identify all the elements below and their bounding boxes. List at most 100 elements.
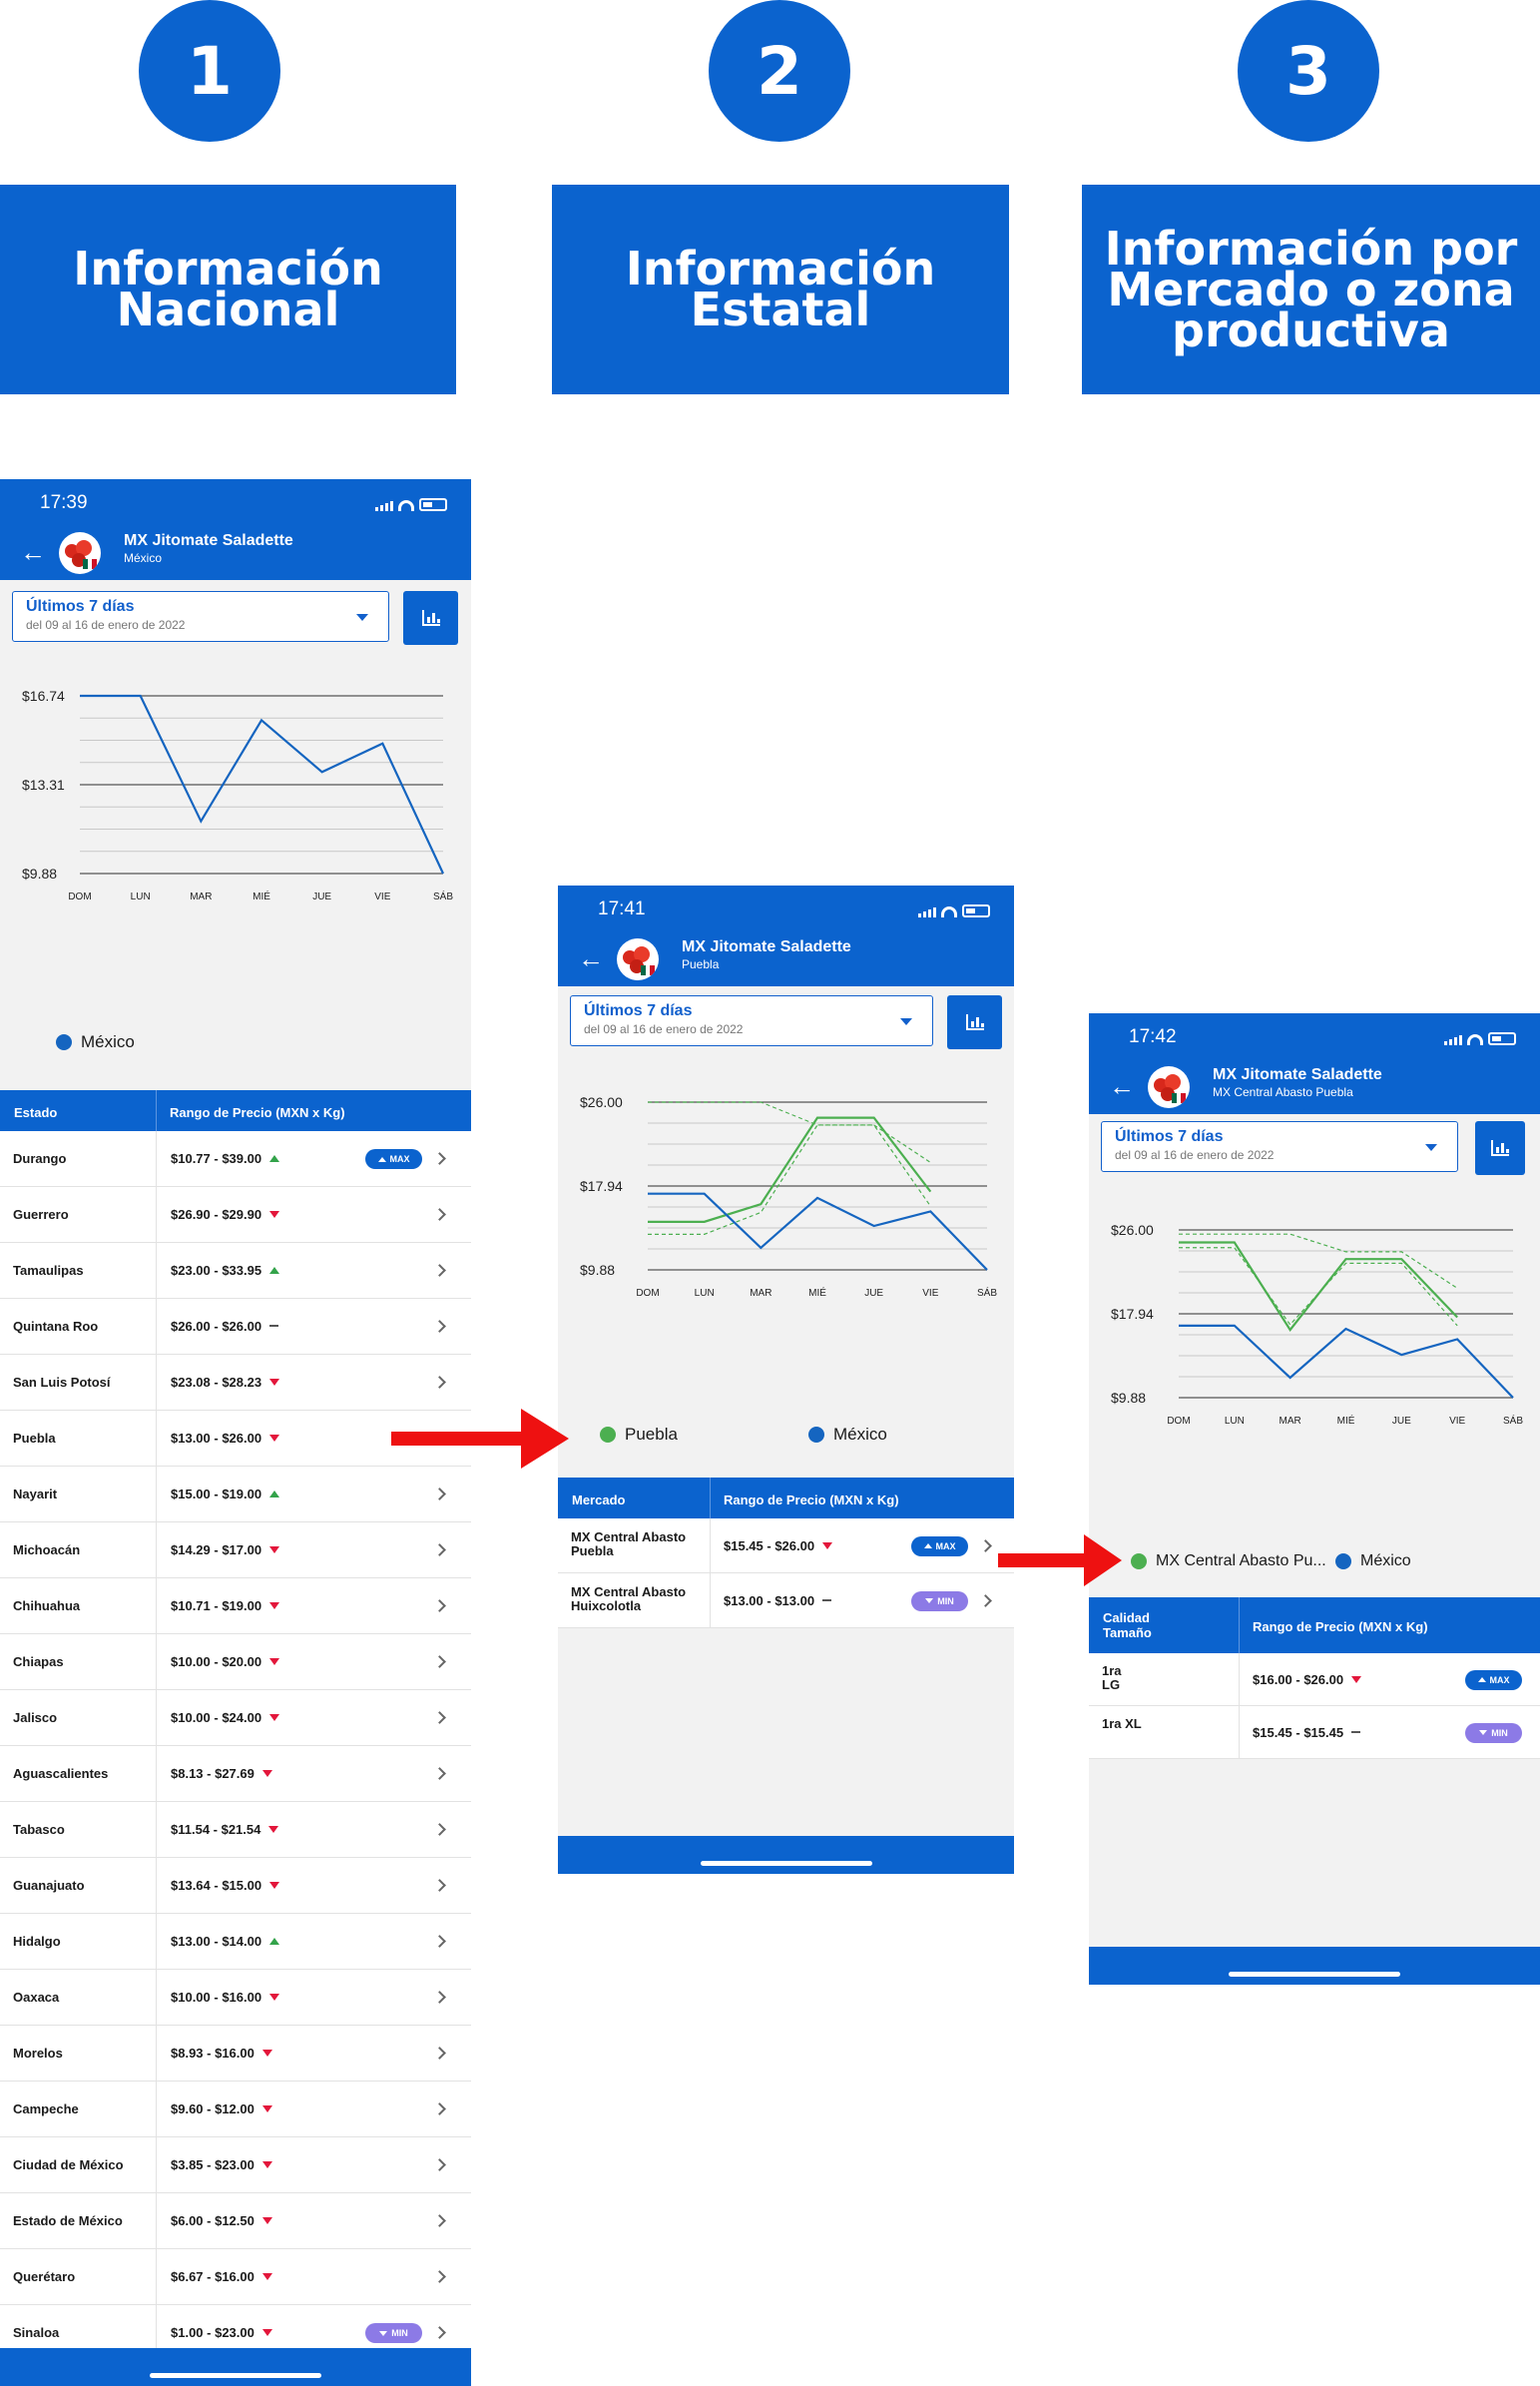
- caret-down-icon: [356, 614, 368, 621]
- quality-price-table: 1ra LG $16.00 - $26.00 MAX 1ra XL $15.45 - $…: [1089, 1653, 1540, 1759]
- battery-icon: [1488, 1032, 1516, 1045]
- price-range: $10.71 - $19.00: [171, 1598, 262, 1613]
- table-row[interactable]: Guerrero $26.90 - $29.90: [0, 1187, 471, 1243]
- table-row[interactable]: San Luis Potosí $23.08 - $28.23: [0, 1355, 471, 1411]
- chevron-right-icon[interactable]: [433, 2102, 446, 2115]
- trend-up-icon: [269, 1267, 280, 1274]
- row-name: Guanajuato: [13, 1878, 85, 1893]
- row-name: Querétaro: [13, 2269, 76, 2284]
- state-screen: 17:41 ← MX Jitomate Saladette Puebla Últ…: [558, 886, 1014, 1874]
- product-title: MX Jitomate Saladette: [1213, 1066, 1382, 1083]
- arrow-left-icon[interactable]: ←: [1109, 1071, 1135, 1101]
- chart-view-button[interactable]: [947, 995, 1002, 1049]
- trend-up-icon: [269, 1155, 280, 1162]
- chevron-right-icon[interactable]: [433, 1767, 446, 1780]
- chevron-right-icon[interactable]: [433, 1264, 446, 1277]
- table-row[interactable]: Estado de México $6.00 - $12.50: [0, 2193, 471, 2249]
- row-name: MX Central Abasto Huixcolotla: [571, 1584, 687, 1613]
- price-range: $23.00 - $33.95: [171, 1263, 262, 1278]
- chevron-right-icon[interactable]: [433, 1152, 446, 1165]
- chevron-right-icon[interactable]: [433, 2214, 446, 2227]
- series-line: [1179, 1241, 1458, 1332]
- period-dropdown[interactable]: Últimos 7 días del 09 al 16 de enero de …: [1101, 1121, 1458, 1172]
- home-indicator: [1089, 1947, 1540, 1985]
- chevron-right-icon[interactable]: [433, 1208, 446, 1221]
- table-row[interactable]: MX Central Abasto Huixcolotla $13.00 - $1…: [558, 1573, 1014, 1628]
- chevron-right-icon[interactable]: [433, 1543, 446, 1556]
- table-row[interactable]: Tamaulipas $23.00 - $33.95: [0, 1243, 471, 1299]
- arrow-right-icon: [998, 1534, 1122, 1586]
- chevron-right-icon[interactable]: [433, 1376, 446, 1389]
- table-row[interactable]: Morelos $8.93 - $16.00: [0, 2026, 471, 2082]
- row-name: Campeche: [13, 2101, 79, 2116]
- chevron-right-icon[interactable]: [979, 1593, 992, 1607]
- price-range: $10.77 - $39.00: [171, 1151, 262, 1166]
- caret-up-icon: [923, 1543, 932, 1548]
- table-row[interactable]: Michoacán $14.29 - $17.00: [0, 1522, 471, 1578]
- table-row[interactable]: Querétaro $6.67 - $16.00: [0, 2249, 471, 2305]
- chevron-right-icon[interactable]: [979, 1538, 992, 1552]
- chevron-right-icon[interactable]: [433, 1711, 446, 1724]
- table-row[interactable]: 1ra LG $16.00 - $26.00 MAX: [1089, 1653, 1540, 1706]
- trend-down-icon: [269, 1882, 280, 1889]
- table-row[interactable]: Quintana Roo $26.00 - $26.00: [0, 1299, 471, 1355]
- chevron-right-icon[interactable]: [433, 1991, 446, 2004]
- price-range: $6.00 - $12.50: [171, 2213, 255, 2228]
- chevron-right-icon[interactable]: [433, 1320, 446, 1333]
- table-row[interactable]: Oaxaca $10.00 - $16.00: [0, 1970, 471, 2026]
- chevron-right-icon[interactable]: [433, 1599, 446, 1612]
- chevron-right-icon[interactable]: [433, 1935, 446, 1948]
- table-row[interactable]: Chihuahua $10.71 - $19.00: [0, 1578, 471, 1634]
- period-dropdown[interactable]: Últimos 7 días del 09 al 16 de enero de …: [570, 995, 933, 1046]
- table-row[interactable]: Ciudad de México $3.85 - $23.00: [0, 2137, 471, 2193]
- chart-view-button[interactable]: [1475, 1121, 1525, 1175]
- table-row[interactable]: Jalisco $10.00 - $24.00: [0, 1690, 471, 1746]
- trend-down-icon: [261, 2329, 272, 2336]
- x-tick-label: MIÉ: [1337, 1414, 1355, 1427]
- table-row[interactable]: Aguascalientes $8.13 - $27.69: [0, 1746, 471, 1802]
- table-row[interactable]: Nayarit $15.00 - $19.00: [0, 1467, 471, 1522]
- row-name: Guerrero: [13, 1207, 69, 1222]
- chevron-right-icon[interactable]: [433, 1488, 446, 1500]
- chevron-right-icon[interactable]: [433, 1655, 446, 1668]
- table-row[interactable]: Durango $10.77 - $39.00 MAX: [0, 1131, 471, 1187]
- chevron-right-icon[interactable]: [433, 2326, 446, 2339]
- period-dropdown[interactable]: Últimos 7 días del 09 al 16 de enero de …: [12, 591, 389, 642]
- series-line: [648, 1192, 988, 1271]
- row-name: Puebla: [13, 1431, 56, 1446]
- price-line-chart: $16.74 $13.31 $9.88 DOM LUN MAR MIÉ JUE VIE SÁB: [22, 688, 453, 902]
- table-row[interactable]: Hidalgo $13.00 - $14.00: [0, 1914, 471, 1970]
- chevron-right-icon[interactable]: [433, 1879, 446, 1892]
- arrow-left-icon[interactable]: ←: [578, 943, 604, 973]
- arrow-left-icon[interactable]: ←: [20, 537, 46, 567]
- step-2-title: Información Estatal: [552, 185, 1009, 394]
- row-name: Chiapas: [13, 1654, 64, 1669]
- trend-up-icon: [269, 1491, 280, 1497]
- price-range: $13.64 - $15.00: [171, 1878, 262, 1893]
- arrow-right-icon: [391, 1409, 569, 1469]
- product-region: México: [124, 551, 163, 565]
- table-row[interactable]: 1ra XL $15.45 - $15.45 MIN: [1089, 1706, 1540, 1759]
- chevron-right-icon[interactable]: [433, 2047, 446, 2060]
- table-header: Mercado Rango de Precio (MXN x Kg): [558, 1478, 1014, 1518]
- x-tick-label: MIÉ: [253, 890, 270, 902]
- chevron-right-icon[interactable]: [433, 1823, 446, 1836]
- row-name: Sinaloa: [13, 2325, 60, 2340]
- x-tick-label: MAR: [190, 892, 212, 902]
- table-header: Estado Rango de Precio (MXN x Kg): [0, 1090, 471, 1131]
- chevron-right-icon[interactable]: [433, 2270, 446, 2283]
- chevron-right-icon[interactable]: [433, 2158, 446, 2171]
- table-row[interactable]: Tabasco $11.54 - $21.54: [0, 1802, 471, 1858]
- y-tick-label: $9.88: [580, 1262, 615, 1278]
- chart-view-button[interactable]: [403, 591, 458, 645]
- product-title: MX Jitomate Saladette: [682, 938, 851, 955]
- table-row[interactable]: MX Central Abasto Puebla $15.45 - $26.00 M…: [558, 1518, 1014, 1573]
- x-tick-label: DOM: [1167, 1416, 1190, 1427]
- price-range: $13.00 - $26.00: [171, 1431, 262, 1446]
- table-row[interactable]: Chiapas $10.00 - $20.00: [0, 1634, 471, 1690]
- trend-down-icon: [269, 1658, 280, 1665]
- table-row[interactable]: Guanajuato $13.64 - $15.00: [0, 1858, 471, 1914]
- legend-dot-puebla: [600, 1427, 616, 1443]
- step-1-title: Información Nacional: [0, 185, 456, 394]
- table-row[interactable]: Campeche $9.60 - $12.00: [0, 2082, 471, 2137]
